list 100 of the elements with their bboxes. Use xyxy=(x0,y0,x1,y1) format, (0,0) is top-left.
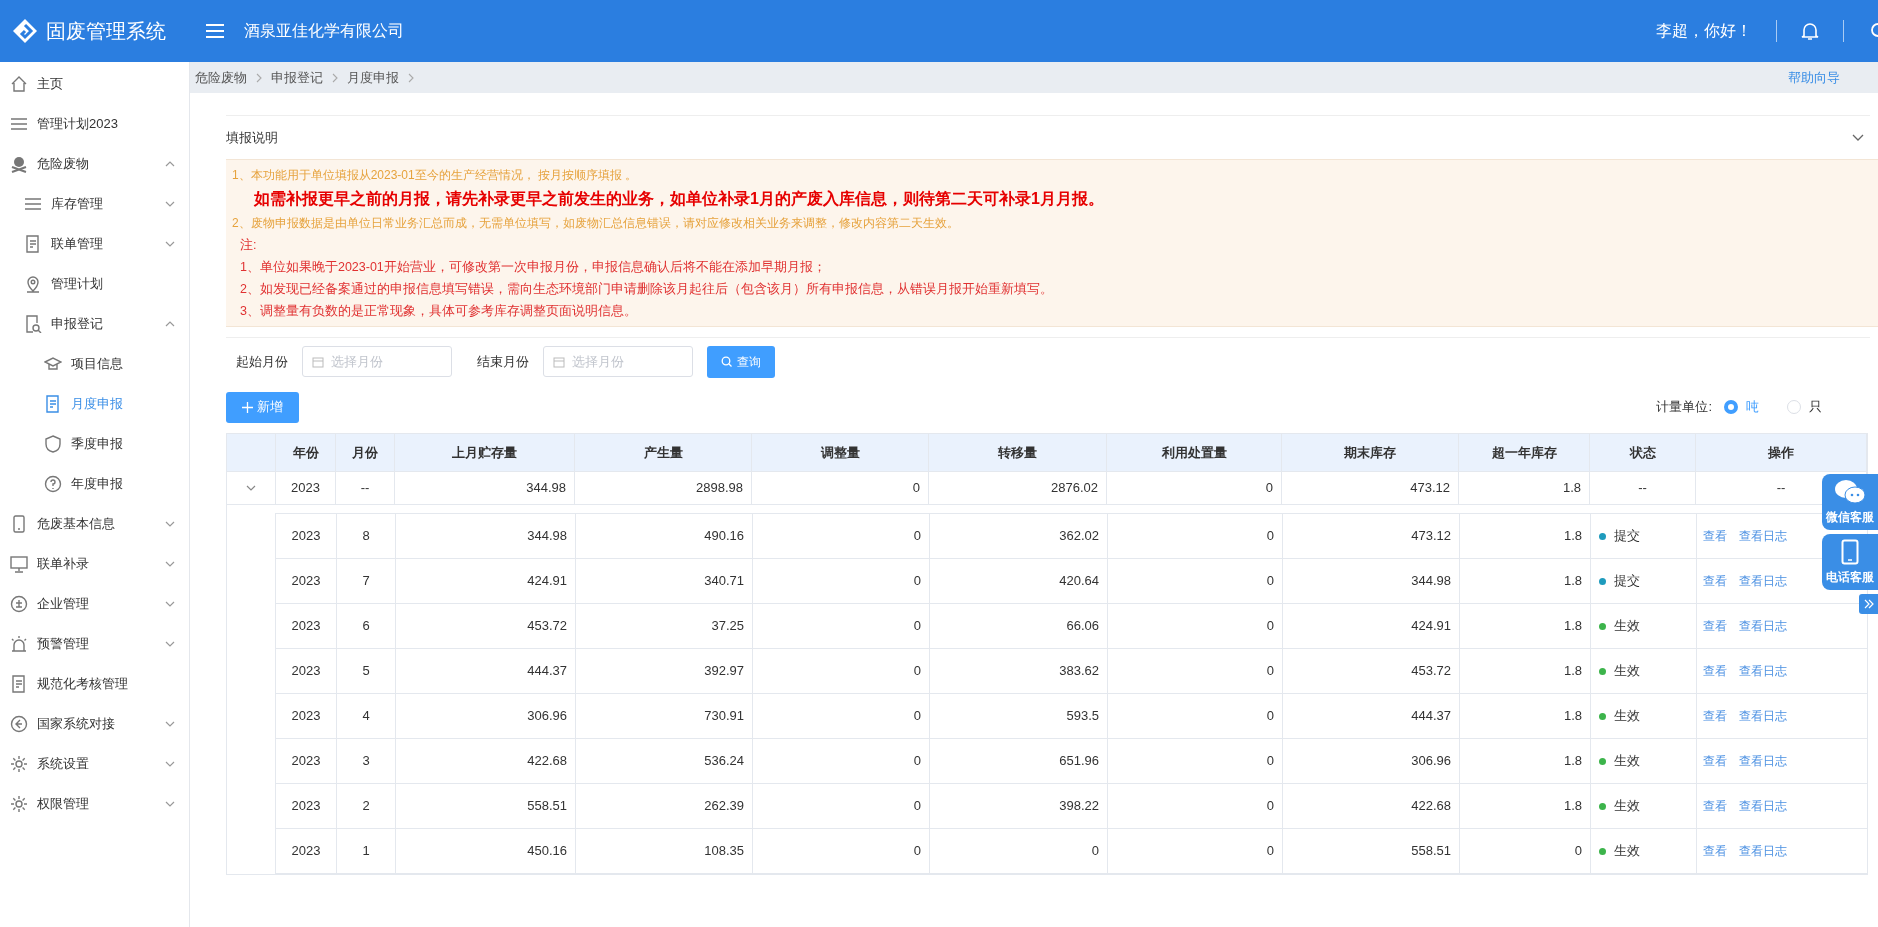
chevron-down-icon[interactable] xyxy=(165,241,175,247)
sidebar-item[interactable]: 联单管理 xyxy=(0,224,189,264)
month-picker[interactable]: 选择月份 xyxy=(543,346,693,377)
sidebar-item[interactable]: 库存管理 xyxy=(0,184,189,224)
list-icon xyxy=(10,115,28,133)
expand-chevron-icon[interactable] xyxy=(246,485,256,491)
action-link[interactable]: 查看日志 xyxy=(1739,572,1787,590)
action-link[interactable]: 查看 xyxy=(1703,617,1727,635)
action-link[interactable]: 查看日志 xyxy=(1739,662,1787,680)
table-cell: 1.8 xyxy=(1460,694,1591,738)
add-button[interactable]: 新增 xyxy=(226,391,299,423)
sidebar-item[interactable]: 企业管理 xyxy=(0,584,189,624)
chevron-down-icon[interactable] xyxy=(165,721,175,727)
sidebar-item[interactable]: 系统设置 xyxy=(0,744,189,784)
table-cell: 262.39 xyxy=(576,784,753,828)
table-cell: 0 xyxy=(1108,559,1283,603)
menu-icon[interactable] xyxy=(206,23,224,39)
table-cell: 0 xyxy=(753,649,930,693)
table-cell: -- xyxy=(1590,472,1696,504)
action-link[interactable]: 查看 xyxy=(1703,752,1727,770)
sidebar-item[interactable]: 权限管理 xyxy=(0,784,189,824)
table-cell: 362.02 xyxy=(930,514,1108,558)
action-link[interactable]: 查看日志 xyxy=(1739,797,1787,815)
column-header: 上月贮存量 xyxy=(395,434,575,471)
action-link[interactable]: 查看 xyxy=(1703,707,1727,725)
table-cell: 2023 xyxy=(276,604,337,648)
table-cell: 2023 xyxy=(276,559,337,603)
chevron-up-icon[interactable] xyxy=(165,321,175,327)
action-link[interactable]: 查看日志 xyxy=(1739,617,1787,635)
action-link[interactable]: 查看日志 xyxy=(1739,707,1787,725)
circle-emblem-icon xyxy=(10,595,28,613)
table-cell: 651.96 xyxy=(930,739,1108,783)
month-picker[interactable]: 选择月份 xyxy=(302,346,452,377)
unit-radio[interactable]: 只 xyxy=(1787,397,1822,417)
table-cell: 0 xyxy=(753,514,930,558)
column-header: 月份 xyxy=(336,434,395,471)
user-greeting: 李超，你好！ xyxy=(1656,21,1752,41)
chevron-up-icon[interactable] xyxy=(165,161,175,167)
column-header: 转移量 xyxy=(929,434,1107,471)
chevron-down-icon[interactable] xyxy=(165,201,175,207)
table-cell: 2023 xyxy=(276,829,337,873)
section-title: 填报说明 xyxy=(226,128,278,147)
calendar-icon xyxy=(553,356,565,368)
unit-radio[interactable]: 吨 xyxy=(1724,397,1759,417)
action-link[interactable]: 查看 xyxy=(1703,527,1727,545)
chat-support-button[interactable]: 微信客服 xyxy=(1822,474,1878,530)
table-cell: 108.35 xyxy=(576,829,753,873)
sidebar-item[interactable]: 预警管理 xyxy=(0,624,189,664)
sidebar-item[interactable]: 项目信息 xyxy=(0,344,189,384)
field-label: 计量单位: xyxy=(1656,398,1712,417)
action-link[interactable]: 查看 xyxy=(1703,797,1727,815)
table-cell: 0 xyxy=(930,829,1108,873)
document-edit-icon xyxy=(10,675,28,693)
document-search-icon xyxy=(24,315,42,333)
sidebar-item[interactable]: 季度申报 xyxy=(0,424,189,464)
action-link[interactable]: 查看 xyxy=(1703,572,1727,590)
action-link[interactable]: 查看日志 xyxy=(1739,842,1787,860)
list-icon xyxy=(24,195,42,213)
action-link[interactable]: 查看日志 xyxy=(1739,752,1787,770)
action-link[interactable]: 查看 xyxy=(1703,662,1727,680)
sidebar-item[interactable]: 联单补录 xyxy=(0,544,189,584)
sidebar-item[interactable]: 危废基本信息 xyxy=(0,504,189,544)
chevron-down-icon[interactable] xyxy=(165,521,175,527)
mobile-phone-icon xyxy=(1841,538,1859,565)
sidebar-item[interactable]: 规范化考核管理 xyxy=(0,664,189,704)
table-cell: 392.97 xyxy=(576,649,753,693)
notice-text: 3、调整量有负数的是正常现象，具体可参考库存调整页面说明信息。 xyxy=(239,303,638,320)
search-button[interactable]: 查询 xyxy=(707,345,775,378)
table-cell: 0 xyxy=(1108,829,1283,873)
sidebar-item[interactable]: 年度申报 xyxy=(0,464,189,504)
table-cell: 0 xyxy=(753,694,930,738)
chevron-down-icon[interactable] xyxy=(165,641,175,647)
breadcrumb-link[interactable]: 危险废物 xyxy=(195,67,247,88)
sidebar-item[interactable]: 管理计划 xyxy=(0,264,189,304)
breadcrumb-link[interactable]: 申报登记 xyxy=(271,67,323,88)
chevron-down-icon[interactable] xyxy=(165,761,175,767)
action-link[interactable]: 查看日志 xyxy=(1739,527,1787,545)
collapse-button[interactable] xyxy=(1859,594,1878,614)
house-icon xyxy=(10,75,28,93)
sidebar-item[interactable]: 月度申报 xyxy=(0,384,189,424)
status-text: 生效 xyxy=(1614,752,1640,771)
sidebar-item[interactable]: 申报登记 xyxy=(0,304,189,344)
sidebar-item[interactable]: 国家系统对接 xyxy=(0,704,189,744)
table-cell: 0 xyxy=(1108,784,1283,828)
table-cell: 0 xyxy=(1108,514,1283,558)
sidebar-item[interactable]: 危险废物 xyxy=(0,144,189,184)
action-link[interactable]: 查看 xyxy=(1703,842,1727,860)
sidebar-item[interactable]: 主页 xyxy=(0,64,189,104)
sidebar-item[interactable]: 管理计划2023 xyxy=(0,104,189,144)
table-cell: 0 xyxy=(1460,829,1591,873)
chevron-down-icon[interactable] xyxy=(165,601,175,607)
table-cell: 0 xyxy=(753,559,930,603)
chevron-down-icon[interactable] xyxy=(165,561,175,567)
breadcrumb-link[interactable]: 月度申报 xyxy=(347,67,399,88)
help-link[interactable]: 帮助向导 xyxy=(1788,67,1840,88)
bell-icon[interactable] xyxy=(1801,21,1819,41)
phone-support-button[interactable]: 电话客服 xyxy=(1822,534,1878,590)
chevron-down-icon[interactable] xyxy=(165,801,175,807)
table-cell: 2023 xyxy=(276,784,337,828)
chevron-down-icon[interactable] xyxy=(1852,133,1864,142)
